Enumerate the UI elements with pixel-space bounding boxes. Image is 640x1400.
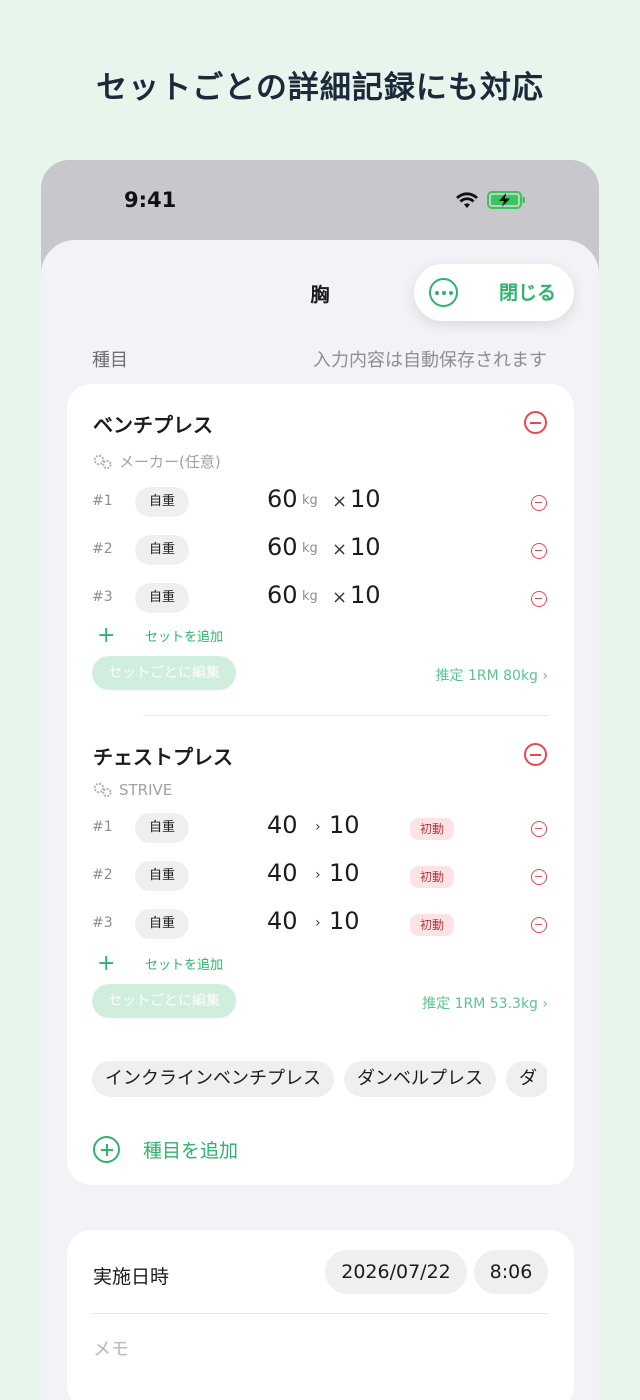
suggestion-chip[interactable]: ダ bbox=[506, 1061, 547, 1097]
set-number: #2 bbox=[92, 541, 113, 557]
weight-value[interactable]: 60 bbox=[267, 485, 298, 513]
set-type-badge[interactable]: 自重 bbox=[135, 535, 189, 565]
reps-value[interactable]: 10 bbox=[329, 859, 360, 887]
set-row: #3 自重 60 kg × 10 bbox=[67, 579, 574, 619]
times-sign: › bbox=[315, 819, 321, 835]
weight-value[interactable]: 60 bbox=[267, 533, 298, 561]
weight-value[interactable]: 40 bbox=[267, 811, 298, 839]
promo-title: セットごとの詳細記録にも対応 bbox=[96, 70, 544, 106]
gear-icon bbox=[93, 454, 112, 469]
suggestion-chip[interactable]: インクラインベンチプレス bbox=[92, 1061, 334, 1097]
battery-charging-icon bbox=[487, 191, 525, 209]
session-card: 実施日時 2026/07/22 8:06 メモ bbox=[67, 1230, 574, 1400]
weight-unit: kg bbox=[302, 493, 318, 508]
remove-set-button[interactable] bbox=[531, 821, 547, 837]
phone-frame: 9:41 胸 閉じる 種目 入力内容は自動保存されます ベンチプレス メーカー(… bbox=[41, 160, 599, 1400]
wifi-icon bbox=[456, 192, 478, 208]
status-icons bbox=[455, 190, 527, 210]
set-number: #2 bbox=[92, 867, 113, 883]
estimated-1rm-link[interactable]: 推定 1RM 53.3kg › bbox=[422, 993, 548, 1013]
autosave-note: 入力内容は自動保存されます bbox=[313, 350, 547, 371]
maker-field[interactable]: STRIVE bbox=[93, 781, 172, 799]
set-row: #2 自重 40 › 10 初動 bbox=[67, 857, 574, 897]
set-number: #3 bbox=[92, 915, 113, 931]
set-type-badge[interactable]: 自重 bbox=[135, 813, 189, 843]
set-number: #3 bbox=[92, 589, 113, 605]
date-label: 実施日時 bbox=[93, 1266, 170, 1288]
exercise-card: ベンチプレス メーカー(任意) #1 自重 60 kg × 10 #2 自重 6… bbox=[67, 384, 574, 1185]
section-header: 種目 bbox=[92, 350, 128, 371]
add-set-button[interactable]: + セットを追加 bbox=[97, 623, 223, 648]
times-sign: › bbox=[315, 867, 321, 883]
times-sign: × bbox=[332, 539, 348, 560]
set-number: #1 bbox=[92, 819, 113, 835]
maker-field[interactable]: メーカー(任意) bbox=[93, 451, 221, 472]
initial-motion-badge: 初動 bbox=[410, 914, 454, 936]
add-exercise-button[interactable]: 種目を追加 bbox=[93, 1136, 238, 1163]
remove-set-button[interactable] bbox=[531, 591, 547, 607]
set-row: #2 自重 60 kg × 10 bbox=[67, 531, 574, 571]
more-icon bbox=[434, 290, 439, 295]
add-exercise-label: 種目を追加 bbox=[143, 1140, 239, 1162]
reps-value[interactable]: 10 bbox=[350, 581, 381, 609]
remove-exercise-button[interactable] bbox=[524, 411, 547, 434]
reps-value[interactable]: 10 bbox=[350, 485, 381, 513]
reps-value[interactable]: 10 bbox=[350, 533, 381, 561]
add-set-button[interactable]: + セットを追加 bbox=[97, 951, 223, 976]
suggestion-chip[interactable]: ダンベルプレス bbox=[344, 1061, 496, 1097]
initial-motion-badge: 初動 bbox=[410, 866, 454, 888]
more-options-button[interactable] bbox=[429, 278, 458, 307]
memo-field[interactable]: メモ bbox=[93, 1335, 129, 1361]
set-row: #1 自重 60 kg × 10 bbox=[67, 483, 574, 523]
exercise-suggestions: インクラインベンチプレス ダンベルプレスダ bbox=[92, 1061, 547, 1101]
close-button[interactable]: 閉じる bbox=[499, 278, 556, 305]
remove-set-button[interactable] bbox=[531, 543, 547, 559]
time-picker[interactable]: 8:06 bbox=[474, 1250, 548, 1294]
set-type-badge[interactable]: 自重 bbox=[135, 861, 189, 891]
times-sign: × bbox=[332, 587, 348, 608]
times-sign: × bbox=[332, 491, 348, 512]
weight-value[interactable]: 40 bbox=[267, 859, 298, 887]
status-time: 9:41 bbox=[124, 188, 177, 212]
weight-value[interactable]: 40 bbox=[267, 907, 298, 935]
set-row: #3 自重 40 › 10 初動 bbox=[67, 905, 574, 945]
add-set-label: セットを追加 bbox=[145, 958, 224, 973]
set-type-badge[interactable]: 自重 bbox=[135, 583, 189, 613]
weight-value[interactable]: 60 bbox=[267, 581, 298, 609]
exercise-divider bbox=[143, 715, 548, 716]
plus-icon: + bbox=[97, 623, 116, 648]
set-row: #1 自重 40 › 10 初動 bbox=[67, 809, 574, 849]
reps-value[interactable]: 10 bbox=[329, 811, 360, 839]
estimated-1rm-link[interactable]: 推定 1RM 80kg › bbox=[436, 665, 548, 685]
set-type-badge[interactable]: 自重 bbox=[135, 909, 189, 939]
weight-unit: kg bbox=[302, 589, 318, 604]
times-sign: › bbox=[315, 915, 321, 931]
maker-placeholder: メーカー(任意) bbox=[119, 453, 221, 471]
add-set-label: セットを追加 bbox=[145, 630, 224, 645]
remove-set-button[interactable] bbox=[531, 869, 547, 885]
edit-per-set-button[interactable]: セットごとに編集 bbox=[92, 656, 236, 690]
edit-per-set-button[interactable]: セットごとに編集 bbox=[92, 984, 236, 1018]
maker-value: STRIVE bbox=[119, 781, 173, 799]
session-divider bbox=[93, 1313, 548, 1314]
remove-set-button[interactable] bbox=[531, 917, 547, 933]
plus-icon: + bbox=[97, 951, 116, 976]
remove-exercise-button[interactable] bbox=[524, 743, 547, 766]
plus-circle-icon bbox=[93, 1136, 120, 1163]
exercise-name[interactable]: ベンチプレス bbox=[93, 409, 213, 438]
remove-set-button[interactable] bbox=[531, 495, 547, 511]
reps-value[interactable]: 10 bbox=[329, 907, 360, 935]
gear-icon bbox=[93, 782, 112, 798]
weight-unit: kg bbox=[302, 541, 318, 556]
sheet-toolbar: 閉じる bbox=[414, 264, 574, 321]
status-bar: 9:41 bbox=[41, 160, 599, 240]
set-type-badge[interactable]: 自重 bbox=[135, 487, 189, 517]
initial-motion-badge: 初動 bbox=[410, 818, 454, 840]
workout-sheet: 胸 閉じる 種目 入力内容は自動保存されます ベンチプレス メーカー(任意) #… bbox=[41, 240, 599, 1400]
exercise-name[interactable]: チェストプレス bbox=[93, 741, 233, 770]
date-picker[interactable]: 2026/07/22 bbox=[325, 1250, 467, 1294]
set-number: #1 bbox=[92, 493, 113, 509]
